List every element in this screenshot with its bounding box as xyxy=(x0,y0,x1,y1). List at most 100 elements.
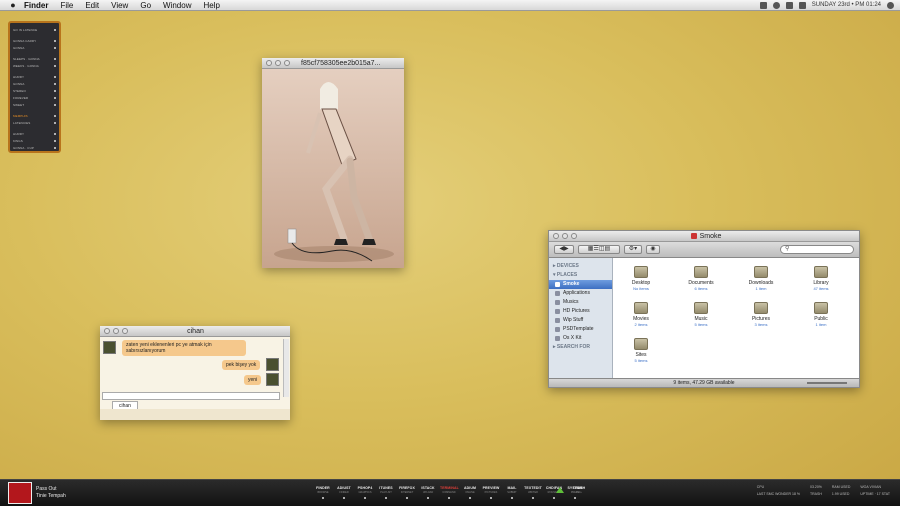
chat-tab[interactable]: cihan xyxy=(112,401,138,409)
minimize-button[interactable] xyxy=(562,233,568,239)
folder-item[interactable]: Music 5 items xyxy=(681,302,721,327)
widget-row[interactable]: GONNA CARRY xyxy=(13,37,56,44)
dock-item-label: FINDER xyxy=(316,486,330,490)
menu-finder[interactable]: Finder xyxy=(24,0,48,11)
dock-item-pshop4[interactable]: PSHOP4 GRAPHICS xyxy=(356,486,374,499)
viewer-titlebar[interactable]: f85cf758305ee2b015a7... xyxy=(262,58,404,69)
search-icon: ⚲ xyxy=(785,246,790,252)
sidebar-header-devices[interactable]: ▸ DEVICES xyxy=(549,262,612,271)
widget-row[interactable]: FOREVER xyxy=(13,94,56,101)
dock-item-itunes[interactable]: ITUNES PLAYLIST xyxy=(377,486,395,499)
sidebar-item-psdtemplate[interactable]: PSDTemplate xyxy=(549,325,612,334)
dock-item-adium[interactable]: ADIUM ONLINE xyxy=(461,486,479,499)
dock-item-firefox[interactable]: FIREFOX INTERNET xyxy=(398,486,416,499)
wifi-icon[interactable] xyxy=(772,2,780,9)
dock-item-label: TERMINAL xyxy=(440,486,459,490)
search-input[interactable]: ⚲ xyxy=(780,245,854,254)
bluetooth-icon[interactable] xyxy=(785,2,793,9)
close-button[interactable] xyxy=(553,233,559,239)
sidebar-item-os-x-kit[interactable]: Os X Kit xyxy=(549,334,612,343)
running-indicator xyxy=(490,497,492,499)
minimize-button[interactable] xyxy=(275,60,281,66)
widget-row[interactable]: GO IN LATENCE xyxy=(13,26,56,33)
running-indicator xyxy=(469,497,471,499)
dock-item-istack[interactable]: ISTACK UPLOAD xyxy=(419,486,437,499)
icon-size-slider[interactable] xyxy=(807,382,847,384)
close-button[interactable] xyxy=(104,328,110,334)
zoom-button[interactable] xyxy=(571,233,577,239)
sidebar-item-applications[interactable]: Applications xyxy=(549,289,612,298)
menu-go[interactable]: Go xyxy=(140,0,151,11)
dock-item-sub: PLAYLIST xyxy=(380,491,392,494)
minimize-button[interactable] xyxy=(113,328,119,334)
dock-item-preview[interactable]: PREVIEW PICTURES xyxy=(482,486,500,499)
menu-window[interactable]: Window xyxy=(163,0,191,11)
folder-item[interactable]: Movies 2 items xyxy=(621,302,661,327)
sidebar-item-wip-stuff[interactable]: Wip Stuff xyxy=(549,316,612,325)
zoom-button[interactable] xyxy=(122,328,128,334)
widget-row[interactable]: SWEET xyxy=(13,101,56,108)
action-menu-button[interactable]: ⚙▾ xyxy=(624,245,642,254)
folder-item[interactable]: Documents 6 items xyxy=(681,266,721,291)
sidebar-header-places[interactable]: ▾ PLACES xyxy=(549,271,612,280)
dock-item-terminal[interactable]: TERMINAL COMMAND xyxy=(440,486,459,499)
apple-menu-icon[interactable]: ● xyxy=(8,0,18,11)
menu-file[interactable]: File xyxy=(60,0,73,11)
widget-row[interactable]: MEMPHIS xyxy=(13,112,56,119)
menu-help[interactable]: Help xyxy=(203,0,219,11)
menu-view[interactable]: View xyxy=(111,0,128,11)
dock-item-label: MAIL xyxy=(507,486,517,490)
bullet-icon xyxy=(54,96,56,99)
chat-titlebar[interactable]: cihan xyxy=(100,326,290,337)
quick-look-button[interactable]: ◉ xyxy=(646,245,660,254)
view-mode-buttons[interactable]: ▦☰◫▤ xyxy=(578,245,620,254)
album-art[interactable] xyxy=(8,482,32,504)
folder-item[interactable]: Public 1 item xyxy=(801,302,841,327)
widget-row[interactable]: KINGS xyxy=(13,137,56,144)
spotlight-icon[interactable] xyxy=(887,2,894,9)
bullet-icon xyxy=(54,57,56,60)
widget-row[interactable]: GONNA xyxy=(13,44,56,51)
chat-scrollbar[interactable] xyxy=(283,339,289,397)
dock-item-finder[interactable]: FINDER BROWSE xyxy=(314,486,332,499)
sidebar-item-musics[interactable]: Musics xyxy=(549,298,612,307)
sidebar-item-label: Smoke xyxy=(563,281,580,287)
now-playing: Pass Out Tinie Tempah xyxy=(36,486,66,500)
widget-row[interactable]: WEEKS · GONNA xyxy=(13,62,56,69)
folder-item[interactable]: Desktop No items xyxy=(621,266,661,291)
widget-row[interactable]: STEREO xyxy=(13,87,56,94)
trash[interactable]: TRASH FULL xyxy=(556,486,588,494)
folder-item[interactable]: Library 47 items xyxy=(801,266,841,291)
zoom-button[interactable] xyxy=(284,60,290,66)
bullet-icon xyxy=(54,114,56,117)
dock-item-adiust[interactable]: ADIUST FINDER xyxy=(335,486,353,499)
folder-item[interactable]: Pictures 3 items xyxy=(741,302,781,327)
widget-row[interactable]: LATENCIES xyxy=(13,119,56,126)
menu-clock[interactable]: SUNDAY 23rd • PM 01:24 xyxy=(812,0,881,11)
stat-label: UPTIME · 17 STAT xyxy=(860,492,890,496)
message-input[interactable] xyxy=(102,392,280,400)
dock-item-trash[interactable]: TRASH FULL xyxy=(570,486,588,494)
dock-item-mail[interactable]: MAIL SUBMIT xyxy=(503,486,521,499)
close-button[interactable] xyxy=(266,60,272,66)
sidebar-header-search[interactable]: ▸ SEARCH FOR xyxy=(549,343,612,352)
widget-row[interactable]: HURRY xyxy=(13,73,56,80)
dock-item-textedit[interactable]: TEXTEDIT WRITER xyxy=(524,486,542,499)
folder-item[interactable]: Sites 5 items xyxy=(621,338,661,363)
widget-row[interactable]: HURRY xyxy=(13,130,56,137)
widget-row-label: HURRY xyxy=(13,131,25,136)
battery-icon[interactable] xyxy=(759,2,767,9)
widget-row[interactable]: GONNA xyxy=(13,80,56,87)
back-forward-buttons[interactable]: ◀▶ xyxy=(554,245,574,254)
dock-item-sub: BROWSE xyxy=(317,491,329,494)
running-indicator xyxy=(427,497,429,499)
finder-titlebar[interactable]: Smoke xyxy=(549,231,859,242)
sidebar-item-hd-pictures[interactable]: HD Pictures xyxy=(549,307,612,316)
widget-row[interactable]: GONNA · CUP xyxy=(13,144,56,151)
widget-row[interactable]: SLEEPS · GONNA xyxy=(13,55,56,62)
sidebar-item-smoke[interactable]: Smoke xyxy=(549,280,612,289)
menu-edit[interactable]: Edit xyxy=(85,0,99,11)
volume-icon[interactable] xyxy=(798,2,806,9)
widget-row-label: SLEEPS · GONNA xyxy=(13,56,40,61)
folder-item[interactable]: Downloads 1 item xyxy=(741,266,781,291)
